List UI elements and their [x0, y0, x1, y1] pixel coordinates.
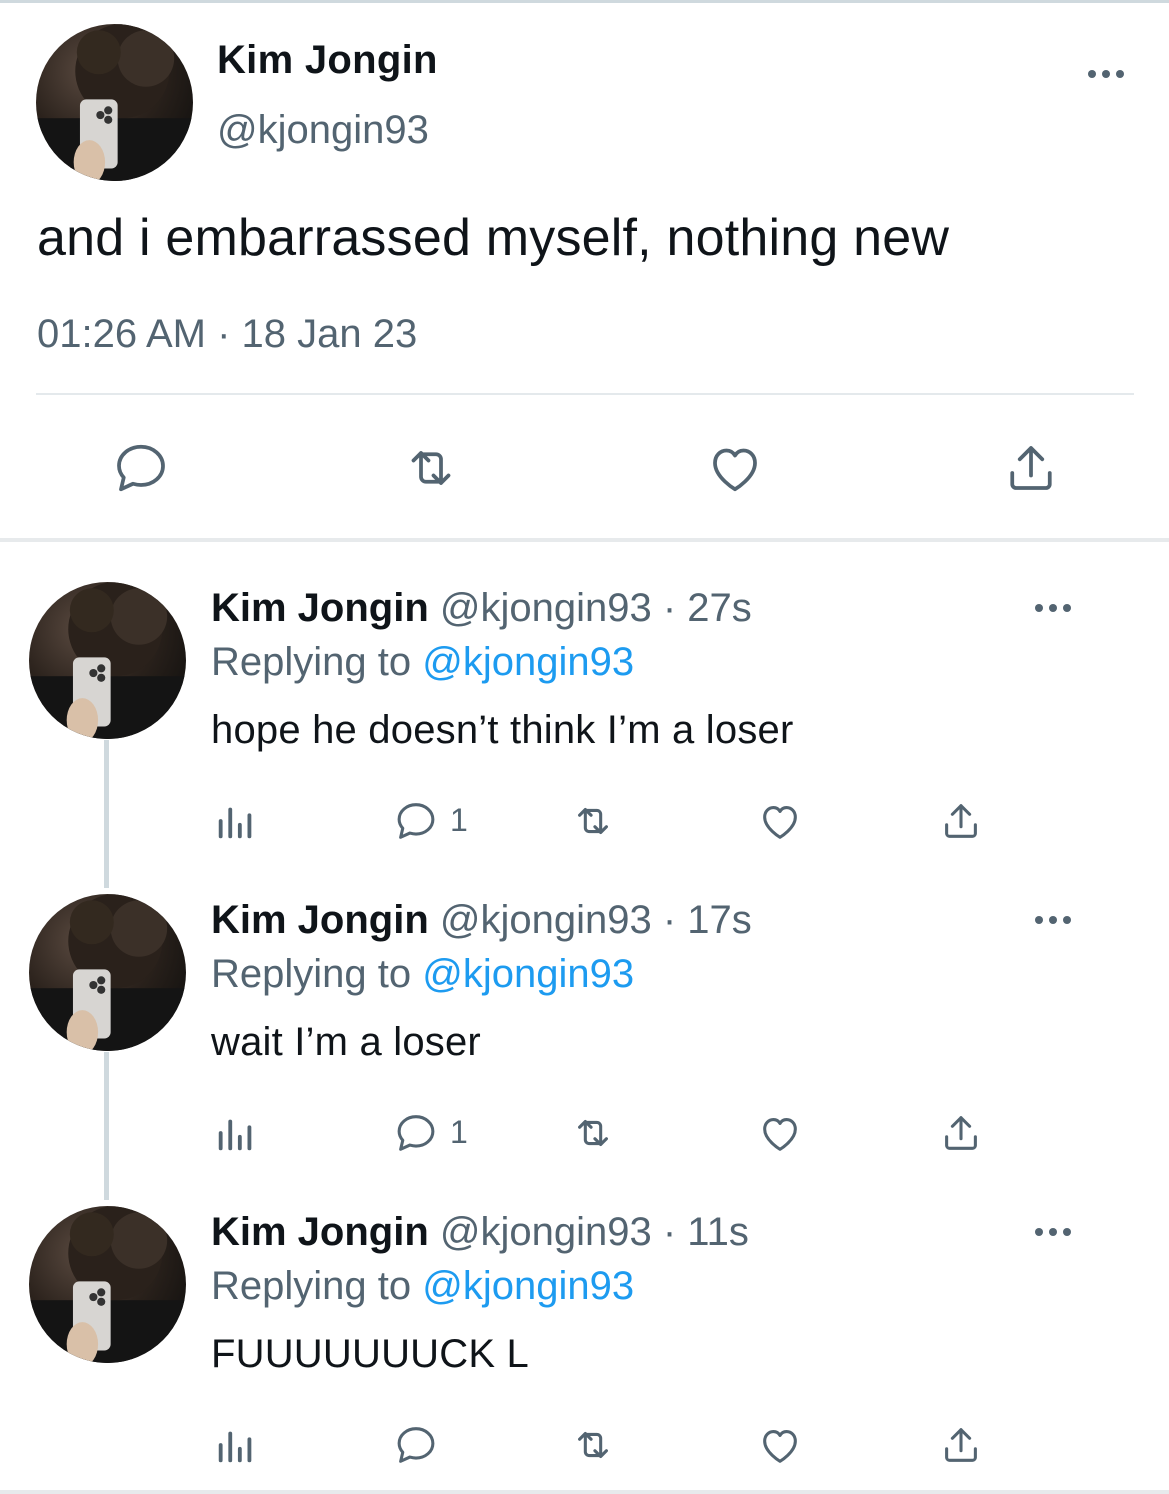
- section-divider: [0, 538, 1169, 542]
- avatar-photo: [29, 582, 186, 739]
- author-name[interactable]: Kim Jongin: [217, 38, 438, 83]
- replying-to-prefix: Replying to: [211, 640, 423, 684]
- analytics-icon[interactable]: [213, 798, 259, 844]
- avatar-photo: [36, 24, 193, 181]
- reply-header: Kim Jongin @kjongin93 · 27s: [211, 586, 752, 631]
- retweet-icon[interactable]: [400, 438, 462, 498]
- reply-icon[interactable]: [393, 1110, 439, 1156]
- replying-to: Replying to @kjongin93: [211, 1264, 634, 1309]
- thread-connector: [104, 1052, 109, 1200]
- retweet-icon[interactable]: [570, 1422, 616, 1468]
- share-icon[interactable]: [938, 798, 984, 844]
- retweet-icon[interactable]: [570, 1110, 616, 1156]
- share-icon[interactable]: [938, 1422, 984, 1468]
- reply-text: wait I’m a loser: [211, 1020, 481, 1064]
- avatar-photo: [29, 894, 186, 1051]
- like-icon[interactable]: [704, 438, 766, 498]
- more-options-icon[interactable]: [1086, 64, 1126, 84]
- reply-meta: @kjongin93 · 17s: [439, 898, 752, 942]
- reply-count: 1: [450, 1114, 468, 1150]
- replying-to-prefix: Replying to: [211, 1264, 423, 1308]
- like-icon[interactable]: [757, 1110, 803, 1156]
- reply-header: Kim Jongin @kjongin93 · 11s: [211, 1210, 749, 1255]
- share-icon[interactable]: [938, 1110, 984, 1156]
- thread-connector: [104, 740, 109, 888]
- share-icon[interactable]: [1000, 438, 1062, 498]
- like-icon[interactable]: [757, 798, 803, 844]
- avatar[interactable]: [29, 582, 186, 739]
- reply-meta: @kjongin93 · 11s: [439, 1210, 749, 1254]
- analytics-icon[interactable]: [213, 1422, 259, 1468]
- reply-meta: @kjongin93 · 27s: [439, 586, 752, 630]
- analytics-icon[interactable]: [213, 1110, 259, 1156]
- more-options-icon[interactable]: [1033, 599, 1073, 617]
- reply-icon[interactable]: [393, 1422, 439, 1468]
- author-handle[interactable]: @kjongin93: [217, 108, 429, 153]
- reply-icon[interactable]: [393, 798, 439, 844]
- replying-to-link[interactable]: @kjongin93: [422, 952, 634, 996]
- replying-to-link[interactable]: @kjongin93: [422, 640, 634, 684]
- reply-count: 1: [450, 802, 468, 838]
- reply-icon[interactable]: [110, 438, 172, 498]
- tweet-timestamp[interactable]: 01:26 AM · 18 Jan 23: [37, 312, 417, 357]
- tweet-thread-page: Kim Jongin @kjongin93 and i embarrassed …: [0, 0, 1169, 1494]
- divider: [36, 393, 1134, 395]
- reply-text: hope he doesn’t think I’m a loser: [211, 708, 794, 752]
- top-divider: [0, 0, 1169, 3]
- avatar[interactable]: [29, 894, 186, 1051]
- like-icon[interactable]: [757, 1422, 803, 1468]
- avatar[interactable]: [36, 24, 193, 181]
- more-options-icon[interactable]: [1033, 1223, 1073, 1241]
- author-name[interactable]: Kim Jongin: [211, 1210, 429, 1254]
- replying-to-prefix: Replying to: [211, 952, 423, 996]
- reply-header: Kim Jongin @kjongin93 · 17s: [211, 898, 752, 943]
- bottom-divider: [0, 1490, 1169, 1494]
- tweet-text: and i embarrassed myself, nothing new: [37, 209, 950, 267]
- replying-to: Replying to @kjongin93: [211, 640, 634, 685]
- retweet-icon[interactable]: [570, 798, 616, 844]
- author-name[interactable]: Kim Jongin: [211, 586, 429, 630]
- avatar[interactable]: [29, 1206, 186, 1363]
- avatar-photo: [29, 1206, 186, 1363]
- replying-to: Replying to @kjongin93: [211, 952, 634, 997]
- author-name[interactable]: Kim Jongin: [211, 898, 429, 942]
- more-options-icon[interactable]: [1033, 911, 1073, 929]
- replying-to-link[interactable]: @kjongin93: [422, 1264, 634, 1308]
- reply-text: FUUUUUUUCK L: [211, 1332, 529, 1376]
